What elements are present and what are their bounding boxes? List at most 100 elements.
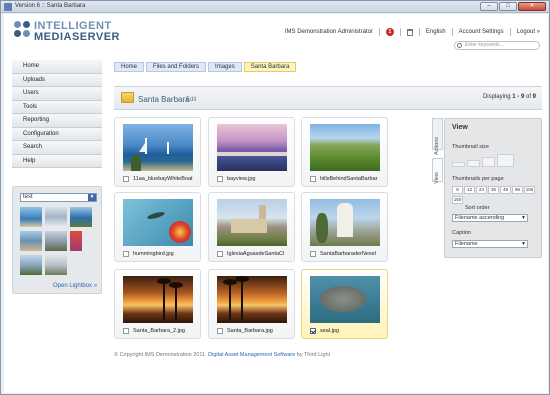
sidebar-item-help[interactable]: Help xyxy=(12,154,102,168)
trash-icon[interactable] xyxy=(406,28,413,36)
sidebar-item-home[interactable]: Home xyxy=(12,60,102,74)
close-button[interactable]: ✕ xyxy=(518,2,546,11)
sort-order-select[interactable]: Filename ascending ▼ xyxy=(452,214,528,222)
file-tile[interactable]: bayview.jpg xyxy=(208,117,295,187)
file-tile[interactable]: IglesiaAguasdeSantaCl xyxy=(208,192,295,262)
file-checkbox[interactable] xyxy=(310,328,316,334)
notification-badge[interactable]: 1 xyxy=(385,28,394,36)
breadcrumb-images[interactable]: Images xyxy=(208,62,242,72)
tab-actions[interactable]: Actions xyxy=(432,118,443,155)
edit-folder-link[interactable]: Edit xyxy=(186,97,196,103)
lightbox-select-value: test xyxy=(23,194,33,200)
file-checkbox[interactable] xyxy=(217,251,223,257)
search-placeholder: Enter keywords... xyxy=(465,42,504,48)
logo-mark-icon xyxy=(14,21,31,38)
file-name[interactable]: seal.jpg xyxy=(320,328,386,334)
thumbnail-image[interactable] xyxy=(123,276,193,323)
per-page-option[interactable]: 96 xyxy=(512,186,523,194)
user-name[interactable]: IMS Demonstration Administrator xyxy=(285,29,373,35)
by-text: by Third Light xyxy=(295,352,331,358)
side-tabs: Actions View xyxy=(432,118,444,188)
view-panel: View Thumbnail size Thumbnails per page … xyxy=(444,118,542,258)
per-page-option[interactable]: 12 xyxy=(464,186,475,194)
file-name[interactable]: IglesiaAguasdeSantaCl xyxy=(227,251,293,257)
file-checkbox[interactable] xyxy=(217,328,223,334)
minimize-button[interactable]: – xyxy=(480,2,498,11)
lightbox-thumbnail[interactable] xyxy=(70,231,82,251)
sidebar-item-uploads[interactable]: Uploads xyxy=(12,73,102,87)
file-checkbox[interactable] xyxy=(310,251,316,257)
per-page-option[interactable]: 8 xyxy=(452,186,463,194)
per-page-option[interactable]: 24 xyxy=(476,186,487,194)
thumbnail-image[interactable] xyxy=(217,276,287,323)
file-name[interactable]: SantaBarbaraderNesel xyxy=(320,251,386,257)
breadcrumb-current: Santa Barbara xyxy=(243,62,297,72)
file-name[interactable]: Santa_Barbara_2.jpg xyxy=(133,328,199,334)
thumbnail-image[interactable] xyxy=(217,124,287,171)
lightbox-thumbnail[interactable] xyxy=(45,207,67,227)
copyright-text: © Copyright IMS Demonstration 2011. xyxy=(114,352,207,358)
lightbox-thumbnail[interactable] xyxy=(45,231,67,251)
per-page-option[interactable]: 35 xyxy=(488,186,499,194)
file-tile[interactable]: SantaBarbaraderNesel xyxy=(301,192,388,262)
sidebar-item-search[interactable]: Search xyxy=(12,141,102,155)
file-checkbox[interactable] xyxy=(123,328,129,334)
thumbnail-image[interactable] xyxy=(123,199,193,246)
tab-view[interactable]: View xyxy=(432,158,443,184)
per-page-option[interactable]: 48 xyxy=(500,186,511,194)
breadcrumb-home[interactable]: Home xyxy=(114,62,145,72)
file-checkbox[interactable] xyxy=(310,176,316,182)
window-title: Version 6 :: Santa Barbara xyxy=(15,3,86,9)
search-input[interactable]: Enter keywords... xyxy=(454,41,540,50)
file-tile[interactable]: hummingbird.jpg xyxy=(114,192,201,262)
thumbnail-image[interactable] xyxy=(123,124,193,171)
sort-order-label: Sort order xyxy=(465,205,490,211)
lightbox-thumbnail[interactable] xyxy=(20,231,42,251)
file-tile[interactable]: 11aa_bluebayWhiteBoat xyxy=(114,117,201,187)
caption-select[interactable]: Filename ▼ xyxy=(452,240,528,248)
sidebar-item-reporting[interactable]: Reporting xyxy=(12,114,102,128)
dam-software-link[interactable]: Digital Asset Management Software xyxy=(208,352,295,358)
thumb-size-medium[interactable] xyxy=(467,160,480,167)
file-name[interactable]: Santa_Barbara.jpg xyxy=(227,328,293,334)
language-link[interactable]: English xyxy=(426,29,446,35)
sidebar-item-tools[interactable]: Tools xyxy=(12,100,102,114)
sidebar-item-configuration[interactable]: Configuration xyxy=(12,127,102,141)
folder-name: Santa Barbara xyxy=(138,95,190,104)
file-checkbox[interactable] xyxy=(217,176,223,182)
thumb-size-xlarge[interactable] xyxy=(497,154,514,167)
logout-link[interactable]: Logout » xyxy=(517,29,540,35)
lightbox-thumbnail[interactable] xyxy=(20,207,42,227)
thumbnail-image[interactable] xyxy=(217,199,287,246)
thumbnail-image[interactable] xyxy=(310,276,380,323)
sidebar-item-users[interactable]: Users xyxy=(12,87,102,101)
lightbox-select[interactable]: test ▼ xyxy=(20,193,97,202)
file-name[interactable]: hillsBehindSantaBarbar xyxy=(320,176,386,182)
thumbnail-image[interactable] xyxy=(310,124,380,171)
file-tile[interactable]: hillsBehindSantaBarbar xyxy=(301,117,388,187)
lightbox-thumbnail[interactable] xyxy=(45,255,67,275)
per-page-label: Thumbnails per page xyxy=(452,176,504,182)
breadcrumb-files-and-folders[interactable]: Files and Folders xyxy=(146,62,207,72)
file-name[interactable]: hummingbird.jpg xyxy=(133,251,199,257)
file-tile-selected[interactable]: seal.jpg xyxy=(301,269,388,339)
account-settings-link[interactable]: Account Settings xyxy=(459,29,504,35)
file-tile[interactable]: Santa_Barbara_2.jpg xyxy=(114,269,201,339)
file-name[interactable]: 11aa_bluebayWhiteBoat xyxy=(133,176,199,182)
logo[interactable]: INTELLIGENT MEDIASERVER xyxy=(14,18,134,44)
open-lightbox-link[interactable]: Open Lightbox » xyxy=(53,283,97,289)
file-checkbox[interactable] xyxy=(123,176,129,182)
per-page-option[interactable]: 150 xyxy=(452,196,463,204)
lightbox-thumbnail[interactable] xyxy=(70,207,92,227)
maximize-button[interactable]: □ xyxy=(499,2,517,11)
lightbox-thumbnail[interactable] xyxy=(20,255,42,275)
file-checkbox[interactable] xyxy=(123,251,129,257)
thumb-size-small[interactable] xyxy=(452,162,465,167)
thumb-size-large[interactable] xyxy=(482,157,495,167)
file-name[interactable]: bayview.jpg xyxy=(227,176,293,182)
thumbnail-image[interactable] xyxy=(310,199,380,246)
per-page-option[interactable]: 100 xyxy=(524,186,535,194)
top-nav: IMS Demonstration Administrator 1 Englis… xyxy=(285,27,540,37)
file-tile[interactable]: Santa_Barbara.jpg xyxy=(208,269,295,339)
search-icon xyxy=(457,43,462,48)
